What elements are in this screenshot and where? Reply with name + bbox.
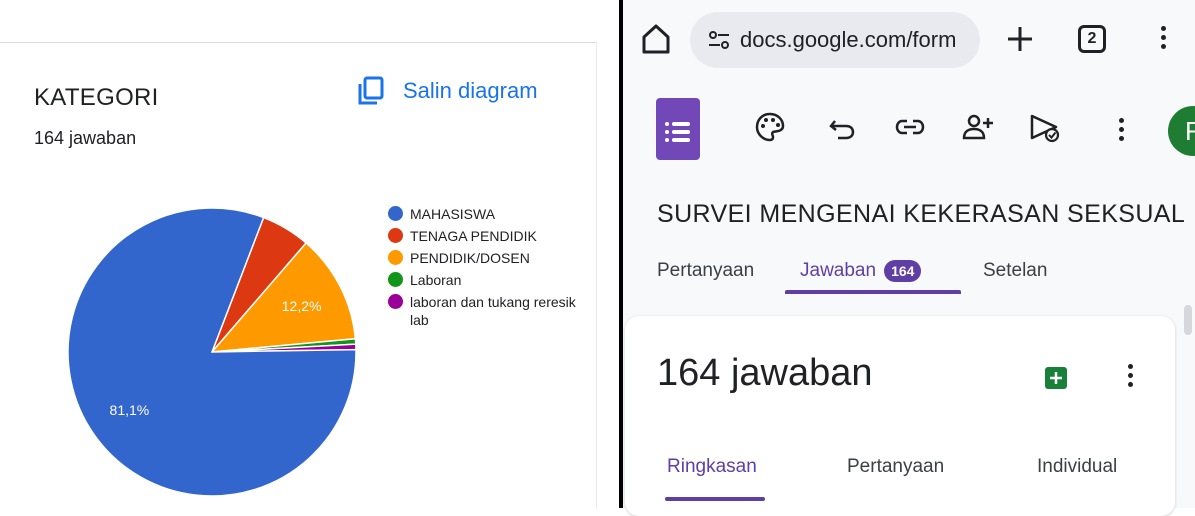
forms-menu-icon[interactable] [1119, 118, 1125, 145]
send-icon[interactable] [1028, 110, 1062, 144]
active-tab-indicator [785, 290, 961, 294]
sheets-icon[interactable] [1045, 367, 1067, 389]
copy-chart-label: Salin diagram [403, 78, 538, 103]
mobile-forms-screen: docs.google.com/form 2 F SURVEI MENGENAI… [623, 0, 1195, 516]
legend-item-pendidik-dosen: PENDIDIK/DOSEN [388, 249, 588, 267]
tab-count: 2 [1087, 30, 1097, 47]
chart-card: KATEGORI 164 jawaban Salin diagram 12,2%… [0, 0, 620, 508]
tab-questions[interactable]: Pertanyaan [657, 260, 754, 282]
response-count: 164 jawaban [34, 128, 137, 148]
tab-label: Pertanyaan [657, 260, 755, 281]
legend-label: TENAGA PENDIDIK [410, 228, 537, 244]
legend-label: MAHASISWA [410, 206, 496, 222]
slice-data-label: 12,2% [282, 298, 322, 314]
google-forms-logo-icon[interactable] [656, 98, 700, 160]
avatar-initial: F [1185, 115, 1195, 146]
legend-swatch [388, 294, 403, 309]
site-settings-icon[interactable] [706, 27, 732, 53]
active-subtab-indicator [665, 497, 765, 501]
legend-label: laboran dan tukang reresik lab [410, 294, 576, 328]
subtab-summary[interactable]: Ringkasan [667, 456, 757, 478]
palette-icon[interactable] [753, 110, 787, 144]
question-title: KATEGORI [34, 84, 159, 111]
home-icon[interactable] [639, 22, 673, 56]
copy-chart-button[interactable]: Salin diagram [356, 76, 538, 106]
tab-switcher-button[interactable]: 2 [1078, 25, 1106, 53]
link-icon[interactable] [893, 110, 927, 144]
subtab-questions[interactable]: Pertanyaan [847, 456, 944, 478]
legend-item-mahasiswa: MAHASISWA [388, 205, 588, 223]
scrollbar[interactable] [1184, 305, 1192, 335]
tab-responses[interactable]: Jawaban 164 [800, 260, 922, 282]
legend-swatch [388, 272, 403, 287]
legend-label: PENDIDIK/DOSEN [410, 250, 530, 266]
legend-item-tenaga-pendidik: TENAGA PENDIDIK [388, 227, 588, 245]
responses-card: 164 jawaban Ringkasan Pertanyaan Individ… [625, 316, 1175, 516]
pie-chart: 12,2% 81,1% [67, 207, 357, 497]
avatar[interactable]: F [1168, 106, 1195, 156]
add-collaborator-icon[interactable] [961, 110, 995, 144]
slice-data-label: 81,1% [110, 402, 150, 418]
legend-swatch [388, 228, 403, 243]
address-bar[interactable]: docs.google.com/form [690, 12, 980, 68]
card-right-border [596, 42, 597, 508]
subtab-individual[interactable]: Individual [1037, 456, 1117, 478]
card-top-border [0, 42, 596, 43]
responses-title: 164 jawaban [657, 352, 873, 394]
url-text: docs.google.com/form [740, 27, 957, 52]
browser-toolbar: docs.google.com/form 2 [623, 0, 1195, 82]
legend-swatch [388, 206, 403, 221]
legend-item-laboran: Laboran [388, 271, 588, 289]
response-count-badge: 164 [884, 260, 922, 282]
browser-menu-icon[interactable] [1161, 26, 1167, 53]
legend-item-laboran-tukang: laboran dan tukang reresik lab [388, 293, 588, 329]
forms-toolbar: F [623, 82, 1195, 182]
tab-label: Setelan [983, 260, 1048, 281]
undo-icon[interactable] [826, 110, 860, 144]
chart-legend: MAHASISWA TENAGA PENDIDIK PENDIDIK/DOSEN… [388, 205, 588, 333]
tab-settings[interactable]: Setelan [983, 260, 1047, 282]
copy-icon [358, 76, 384, 105]
legend-label: Laboran [410, 272, 462, 288]
responses-menu-icon[interactable] [1128, 364, 1134, 391]
new-tab-icon[interactable] [1003, 22, 1037, 56]
form-title: SURVEI MENGENAI KEKERASAN SEKSUAL [657, 200, 1186, 228]
tab-label: Jawaban [800, 260, 877, 281]
legend-swatch [388, 250, 403, 265]
